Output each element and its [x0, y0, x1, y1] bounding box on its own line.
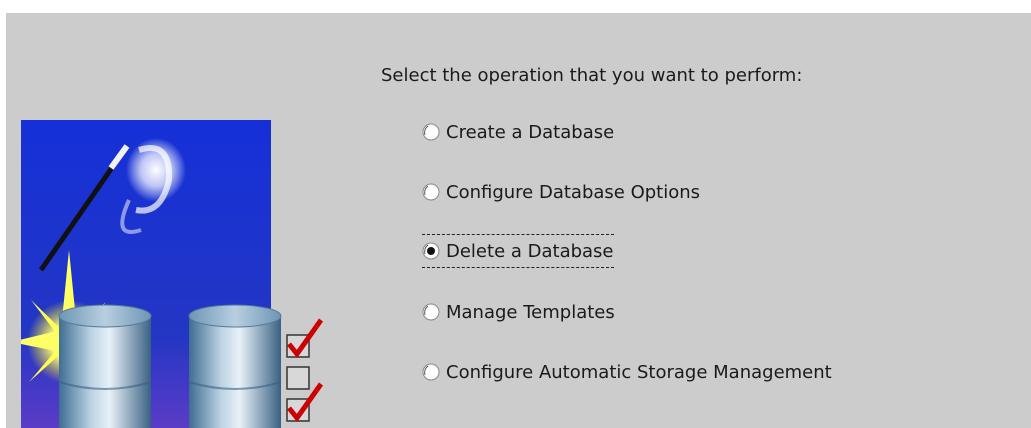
option-create-database[interactable]: Create a Database: [422, 116, 614, 148]
database-cylinder-right: [188, 304, 282, 428]
radio-unselected-icon[interactable]: [422, 303, 440, 321]
option-label: Configure Automatic Storage Management: [446, 361, 832, 383]
database-cylinder-left: [58, 304, 152, 428]
option-label: Manage Templates: [446, 301, 615, 323]
radio-unselected-icon[interactable]: [422, 123, 440, 141]
option-label: Configure Database Options: [446, 181, 701, 203]
option-delete-database[interactable]: Delete a Database: [422, 234, 614, 268]
option-label: Delete a Database: [446, 240, 614, 262]
radio-unselected-icon[interactable]: [422, 363, 440, 381]
wizard-panel: Select the operation that you want to pe…: [6, 13, 1031, 428]
operation-prompt: Select the operation that you want to pe…: [381, 65, 803, 86]
option-configure-database-options[interactable]: Configure Database Options: [422, 176, 700, 208]
option-label: Create a Database: [446, 121, 615, 143]
option-manage-templates[interactable]: Manage Templates: [422, 296, 615, 328]
checklist-icon: [286, 318, 324, 423]
database-wizard-illustration: [21, 120, 324, 428]
radio-unselected-icon[interactable]: [422, 183, 440, 201]
radio-selected-icon[interactable]: [422, 242, 440, 260]
option-configure-asm[interactable]: Configure Automatic Storage Management: [422, 356, 832, 388]
